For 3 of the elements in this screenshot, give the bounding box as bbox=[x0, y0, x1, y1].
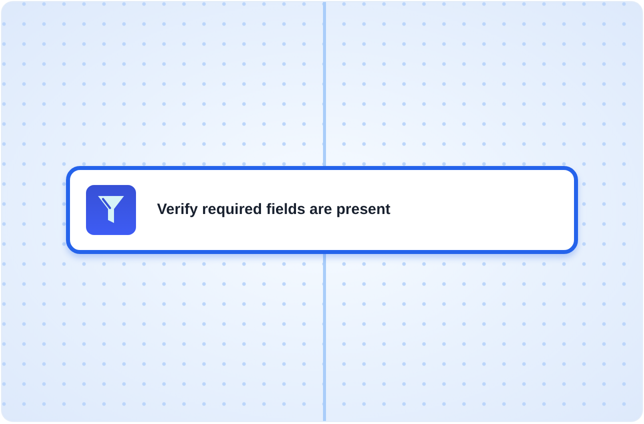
filter-icon bbox=[86, 184, 136, 234]
node-label: Verify required fields are present bbox=[157, 201, 390, 218]
workflow-node[interactable]: Verify required fields are present bbox=[66, 166, 578, 254]
